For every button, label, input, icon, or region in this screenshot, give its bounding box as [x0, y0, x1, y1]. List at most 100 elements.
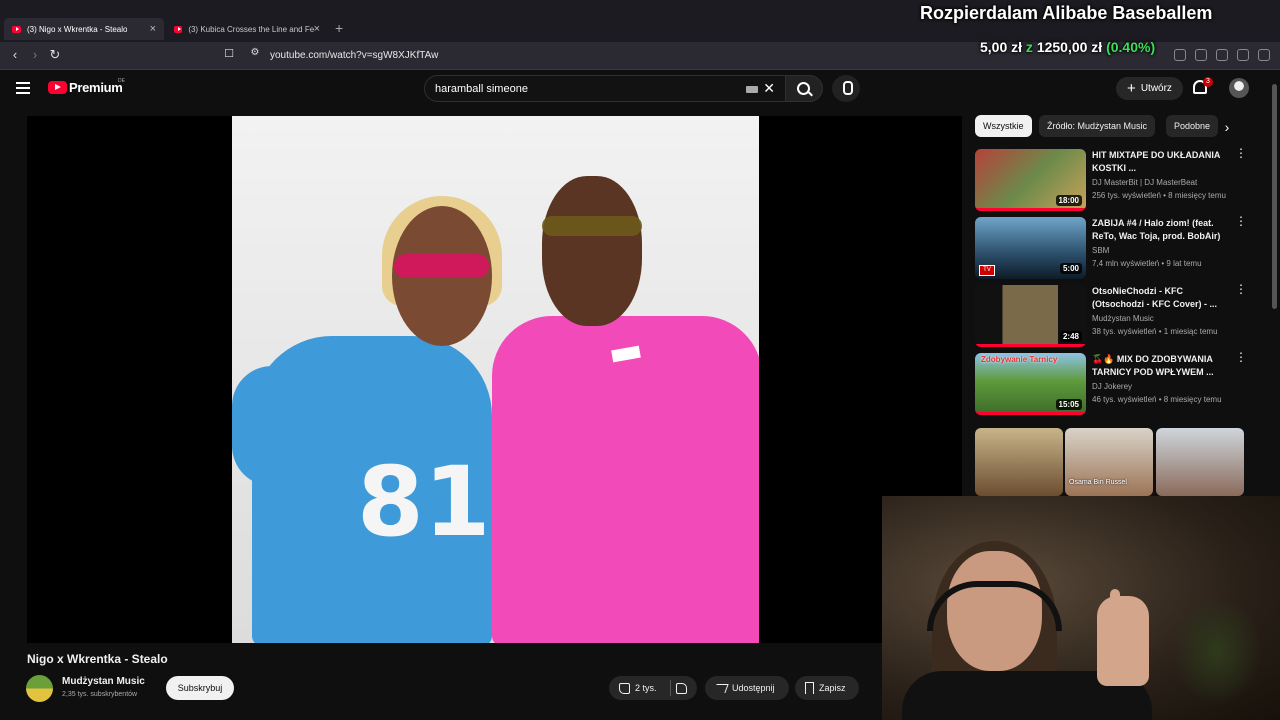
extension-icon[interactable]	[1195, 49, 1207, 61]
search-value: haramball simeone	[435, 83, 528, 95]
like-count[interactable]: 2 tys.	[635, 683, 657, 693]
video-thumbnail[interactable]: TV 5:00	[975, 217, 1086, 279]
goal-separator: z	[1025, 39, 1033, 55]
duration-badge: 18:00	[1055, 195, 1082, 206]
divider	[669, 680, 671, 696]
new-tab-button[interactable]: +	[335, 20, 343, 36]
thumbnail-text: Zdobywanie Tarnicy	[981, 355, 1058, 364]
stream-goal-title: Rozpierdalam Alibabe Baseballem	[920, 3, 1213, 23]
chevron-right-icon[interactable]: ›	[1220, 120, 1234, 134]
age: 1 miesiąc temu	[1163, 327, 1218, 336]
short-thumbnail[interactable]	[1156, 428, 1244, 496]
recommendation-title[interactable]: 🍒🔥 MIX DO ZDOBYWANIA TARNICY POD WPŁYWEM…	[1092, 353, 1222, 379]
url-field[interactable]: youtube.com/watch?v=sgW8XJKfTAw	[270, 50, 438, 61]
recommendation-channel[interactable]: SBM	[1092, 246, 1109, 255]
back-arrow-icon[interactable]: ‹	[6, 47, 24, 62]
filter-chips: Wszystkie Źródło: Mudżystan Music Podobn…	[975, 115, 1235, 137]
more-options-icon[interactable]: ⋮	[1235, 215, 1247, 227]
extension-icons	[1174, 49, 1270, 61]
video-player[interactable]: 81	[27, 116, 962, 643]
recommendation-meta: 46 tys. wyświetleń • 8 miesięcy temu	[1092, 395, 1222, 404]
share-icon	[713, 683, 729, 693]
notifications-badge: 3	[1203, 77, 1213, 87]
stream-goal-progress: 5,00 zł z 1250,00 zł (0.40%)	[980, 39, 1155, 55]
chip-all[interactable]: Wszystkie	[975, 115, 1032, 137]
voice-search-icon[interactable]	[832, 75, 860, 102]
sidebar-scrollbar[interactable]	[1272, 84, 1277, 309]
recommendation-item[interactable]: 18:00 HIT MIXTAPE DO UKŁADANIA KOSTKI ..…	[975, 147, 1247, 211]
more-options-icon[interactable]: ⋮	[1235, 283, 1247, 295]
hamburger-menu-icon[interactable]	[16, 82, 30, 94]
shorts-row: Osama Bin Russel	[975, 428, 1245, 496]
watch-progress	[975, 412, 1086, 415]
like-icon[interactable]	[619, 682, 630, 694]
forward-arrow-icon[interactable]: ›	[26, 47, 44, 62]
goal-amount: 5,00 zł	[980, 39, 1023, 55]
webcam-overlay	[882, 496, 1280, 720]
logo-text[interactable]: Premium	[69, 80, 123, 95]
youtube-favicon-icon	[12, 25, 21, 33]
recommendation-item[interactable]: 2:48 OtsoNieChodzi - KFC (Otsochodzi - K…	[975, 283, 1247, 347]
more-options-icon[interactable]: ⋮	[1235, 351, 1247, 363]
watch-progress	[975, 208, 1086, 211]
chip-similar[interactable]: Podobne	[1166, 115, 1219, 137]
video-thumbnail[interactable]: Zdobywanie Tarnicy 15:05	[975, 353, 1086, 415]
create-button[interactable]: + Utwórz	[1116, 77, 1183, 100]
duration-badge: 15:05	[1055, 399, 1082, 410]
age: 8 miesięcy temu	[1163, 395, 1222, 404]
channel-avatar[interactable]	[26, 675, 53, 702]
chip-source[interactable]: Źródło: Mudżystan Music	[1039, 115, 1156, 137]
close-tab-icon[interactable]: ×	[150, 23, 156, 35]
bookmark-icon[interactable]: ☐	[220, 47, 238, 60]
create-label: Utwórz	[1140, 83, 1172, 94]
video-thumbnail[interactable]: 2:48	[975, 285, 1086, 347]
age: 9 lat temu	[1166, 259, 1202, 268]
clear-search-icon[interactable]: ✕	[763, 80, 775, 97]
share-button[interactable]: Udostępnij	[705, 676, 789, 700]
recommendation-channel[interactable]: DJ Jokerey	[1092, 382, 1132, 391]
browser-tab-active[interactable]: (3) Nigo x Wkrentka - Stealo ×	[4, 18, 164, 40]
search-button[interactable]	[785, 75, 823, 102]
recommendation-title[interactable]: HIT MIXTAPE DO UKŁADANIA KOSTKI ...	[1092, 149, 1222, 175]
pointing-finger	[1110, 589, 1120, 629]
menu-icon[interactable]	[1258, 49, 1270, 61]
recommendation-title[interactable]: OtsoNieChodzi - KFC (Otsochodzi - KFC Co…	[1092, 285, 1222, 311]
subscribe-button[interactable]: Subskrybuj	[166, 676, 234, 700]
close-tab-icon[interactable]: ×	[314, 23, 320, 35]
account-avatar[interactable]	[1229, 78, 1249, 98]
channel-name[interactable]: Mudżystan Music	[62, 676, 145, 687]
like-dislike-group: 2 tys.	[609, 676, 697, 700]
region-label: DE	[118, 78, 125, 84]
plus-icon: +	[1127, 80, 1136, 97]
watch-progress	[975, 344, 1086, 347]
short-thumbnail[interactable]	[975, 428, 1063, 496]
search-input[interactable]: haramball simeone ✕	[424, 75, 786, 102]
extension-icon[interactable]	[1237, 49, 1249, 61]
pink-glasses	[394, 254, 489, 278]
recommendation-title[interactable]: ZABIJA #4 / Halo ziom! (feat. ReTo, Wac …	[1092, 217, 1222, 243]
tab-title: (3) Nigo x Wkrentka - Stealo	[27, 24, 128, 34]
video-figure-right-body	[492, 316, 759, 643]
extension-icon[interactable]	[1174, 49, 1186, 61]
short-thumbnail[interactable]: Osama Bin Russel	[1065, 428, 1153, 496]
more-options-icon[interactable]: ⋮	[1235, 147, 1247, 159]
reload-icon[interactable]: ↻	[46, 47, 64, 63]
youtube-logo-icon[interactable]	[48, 81, 67, 94]
recommendation-channel[interactable]: DJ MasterBit | DJ MasterBeat	[1092, 178, 1197, 187]
video-thumbnail[interactable]: 18:00	[975, 149, 1086, 211]
share-label: Udostępnij	[732, 683, 775, 693]
extension-icon[interactable]	[1216, 49, 1228, 61]
site-info-icon[interactable]: ⚙	[246, 47, 264, 58]
recommendation-meta: 38 tys. wyświetleń • 1 miesiąc temu	[1092, 327, 1218, 336]
keyboard-icon[interactable]	[746, 86, 758, 93]
tab-title: (3) Kubica Crosses the Line and Ferra	[188, 24, 314, 34]
jersey-number: 81	[357, 446, 491, 558]
dislike-icon[interactable]	[675, 682, 687, 694]
views: 256 tys. wyświetleń	[1092, 191, 1161, 200]
recommendation-item[interactable]: TV 5:00 ZABIJA #4 / Halo ziom! (feat. Re…	[975, 215, 1247, 279]
save-button[interactable]: Zapisz	[795, 676, 859, 700]
video-title: Nigo x Wkrentka - Stealo	[27, 652, 168, 666]
recommendation-item[interactable]: Zdobywanie Tarnicy 15:05 🍒🔥 MIX DO ZDOBY…	[975, 351, 1247, 415]
recommendation-channel[interactable]: Mudżystan Music	[1092, 314, 1154, 323]
browser-tab[interactable]: (3) Kubica Crosses the Line and Ferra ×	[166, 18, 328, 40]
